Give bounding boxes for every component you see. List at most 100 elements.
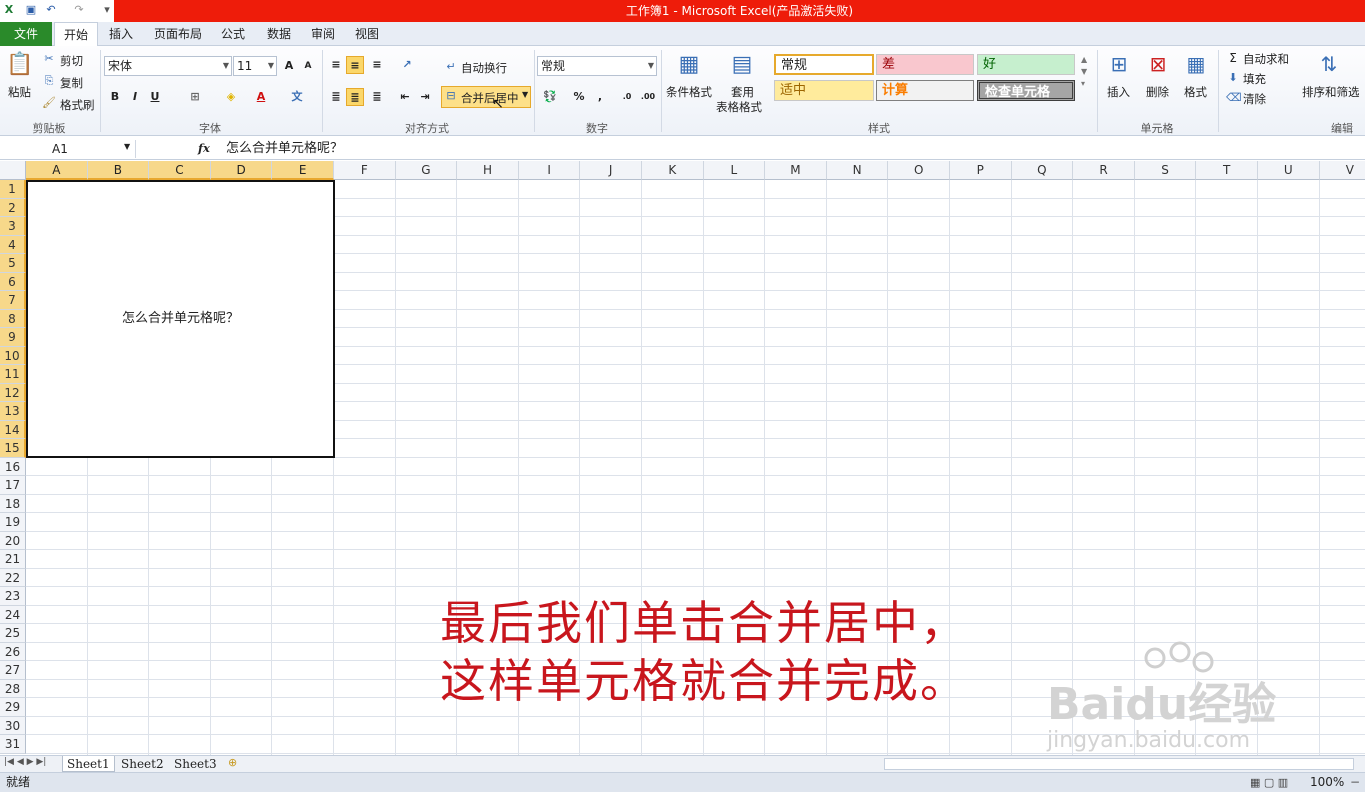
phonetic-icon[interactable]: 文: [288, 88, 306, 106]
style-normal[interactable]: 常规: [774, 54, 874, 75]
increase-indent-icon[interactable]: ⇥: [416, 88, 434, 106]
column-header[interactable]: S: [1134, 161, 1197, 180]
tab-file[interactable]: 文件: [0, 22, 52, 46]
italic-button[interactable]: I: [126, 88, 144, 106]
column-header[interactable]: A: [26, 161, 88, 180]
save-icon[interactable]: ▣: [24, 3, 38, 17]
row-header[interactable]: 21: [0, 550, 26, 569]
row-header[interactable]: 29: [0, 698, 26, 717]
increase-decimal-icon[interactable]: .0: [618, 88, 636, 106]
orientation-icon[interactable]: ↗: [398, 56, 416, 74]
format-cells-button[interactable]: 格式: [1184, 84, 1207, 100]
delete-cells-button[interactable]: 删除: [1146, 84, 1169, 100]
sheet-tab-3[interactable]: Sheet3: [170, 756, 221, 772]
styles-scroll-icon[interactable]: ▲ ▼ ▾: [1081, 54, 1087, 90]
row-header[interactable]: 9: [0, 328, 26, 347]
column-header[interactable]: E: [272, 161, 334, 180]
tab-review[interactable]: 审阅: [306, 22, 340, 46]
cut-button[interactable]: 剪切: [60, 53, 83, 69]
row-header[interactable]: 16: [0, 457, 26, 476]
row-header[interactable]: 30: [0, 716, 26, 735]
align-center-icon[interactable]: ≣: [346, 88, 364, 106]
select-all-corner[interactable]: [0, 161, 26, 180]
font-name-select[interactable]: 宋体 ▼: [104, 56, 232, 76]
fx-icon[interactable]: fx: [198, 141, 210, 155]
column-header[interactable]: F: [334, 161, 396, 180]
sheet-nav-icons[interactable]: |◀ ◀ ▶ ▶|: [4, 757, 46, 767]
tab-data[interactable]: 数据: [262, 22, 296, 46]
align-right-icon[interactable]: ≣: [368, 88, 386, 106]
column-header[interactable]: M: [765, 161, 827, 180]
align-bottom-icon[interactable]: ≡: [368, 56, 386, 74]
wrap-text-button[interactable]: 自动换行: [461, 60, 507, 76]
insert-sheet-icon[interactable]: ⊕: [228, 756, 237, 769]
row-header[interactable]: 12: [0, 383, 26, 402]
column-header[interactable]: P: [950, 161, 1012, 180]
sheet-tab-1[interactable]: Sheet1: [62, 756, 115, 772]
row-header[interactable]: 24: [0, 605, 26, 624]
align-left-icon[interactable]: ≣: [327, 88, 345, 106]
merged-cell-a1-e15[interactable]: 怎么合并单元格呢？: [26, 180, 335, 458]
column-header[interactable]: K: [642, 161, 704, 180]
name-box-dropdown-icon[interactable]: ▼: [124, 142, 130, 151]
fill-button[interactable]: 填充: [1243, 71, 1266, 87]
column-header[interactable]: C: [149, 161, 211, 180]
style-bad[interactable]: 差: [876, 54, 974, 75]
column-header[interactable]: O: [888, 161, 950, 180]
row-header[interactable]: 20: [0, 531, 26, 550]
row-header[interactable]: 13: [0, 402, 26, 421]
clear-button[interactable]: 清除: [1243, 91, 1266, 107]
undo-icon[interactable]: ↶: [44, 3, 58, 17]
column-header[interactable]: T: [1196, 161, 1258, 180]
paste-button[interactable]: 粘贴: [8, 84, 31, 100]
row-header[interactable]: 1: [0, 180, 26, 199]
font-color-icon[interactable]: A: [252, 88, 270, 106]
sheet-tab-2[interactable]: Sheet2: [117, 756, 168, 772]
tab-view[interactable]: 视图: [350, 22, 384, 46]
comma-button[interactable]: ,: [591, 88, 609, 106]
decrease-decimal-icon[interactable]: .00: [639, 88, 657, 106]
format-as-table-label-2[interactable]: 表格格式: [716, 99, 762, 115]
grow-font-icon[interactable]: A: [280, 57, 298, 75]
row-header[interactable]: 17: [0, 476, 26, 495]
formula-input[interactable]: 怎么合并单元格呢？: [218, 140, 343, 158]
style-check-cell[interactable]: 检查单元格: [977, 80, 1075, 101]
column-header[interactable]: J: [580, 161, 642, 180]
column-header[interactable]: B: [87, 161, 150, 180]
bold-button[interactable]: B: [106, 88, 124, 106]
customize-toolbar-icon[interactable]: ▾: [100, 3, 114, 17]
row-header[interactable]: 8: [0, 309, 26, 328]
column-header[interactable]: U: [1258, 161, 1320, 180]
paste-icon[interactable]: 📋: [6, 52, 34, 80]
column-header[interactable]: G: [395, 161, 458, 180]
row-header[interactable]: 2: [0, 198, 26, 217]
shrink-font-icon[interactable]: A: [299, 57, 317, 75]
merge-center-button[interactable]: ⊟ 合并后居中 ▼: [441, 86, 531, 108]
zoom-out-icon[interactable]: −: [1350, 773, 1360, 792]
column-header[interactable]: D: [210, 161, 273, 180]
column-header[interactable]: H: [457, 161, 519, 180]
insert-cells-button[interactable]: 插入: [1107, 84, 1130, 100]
row-header[interactable]: 19: [0, 513, 26, 532]
format-as-table-label-1[interactable]: 套用: [731, 84, 754, 100]
tab-formulas[interactable]: 公式: [216, 22, 250, 46]
column-header[interactable]: R: [1073, 161, 1135, 180]
column-header[interactable]: N: [826, 161, 889, 180]
style-good[interactable]: 好: [977, 54, 1075, 75]
sort-filter-button[interactable]: 排序和筛选: [1302, 84, 1360, 100]
autosum-button[interactable]: 自动求和: [1243, 51, 1289, 67]
column-header[interactable]: V: [1319, 161, 1365, 180]
font-size-select[interactable]: 11 ▼: [233, 56, 277, 76]
zoom-level[interactable]: 100%: [1310, 773, 1344, 792]
copy-button[interactable]: 复制: [60, 75, 83, 91]
merge-dropdown-icon[interactable]: ▼: [522, 90, 528, 99]
row-header[interactable]: 31: [0, 735, 26, 754]
row-header[interactable]: 28: [0, 679, 26, 698]
style-neutral[interactable]: 适中: [774, 80, 874, 101]
row-header[interactable]: 27: [0, 661, 26, 680]
conditional-format-button[interactable]: 条件格式: [666, 84, 712, 100]
currency-icon[interactable]: 💱: [541, 88, 559, 106]
percent-button[interactable]: %: [570, 88, 588, 106]
underline-button[interactable]: U: [146, 88, 164, 106]
column-header[interactable]: L: [703, 161, 766, 180]
